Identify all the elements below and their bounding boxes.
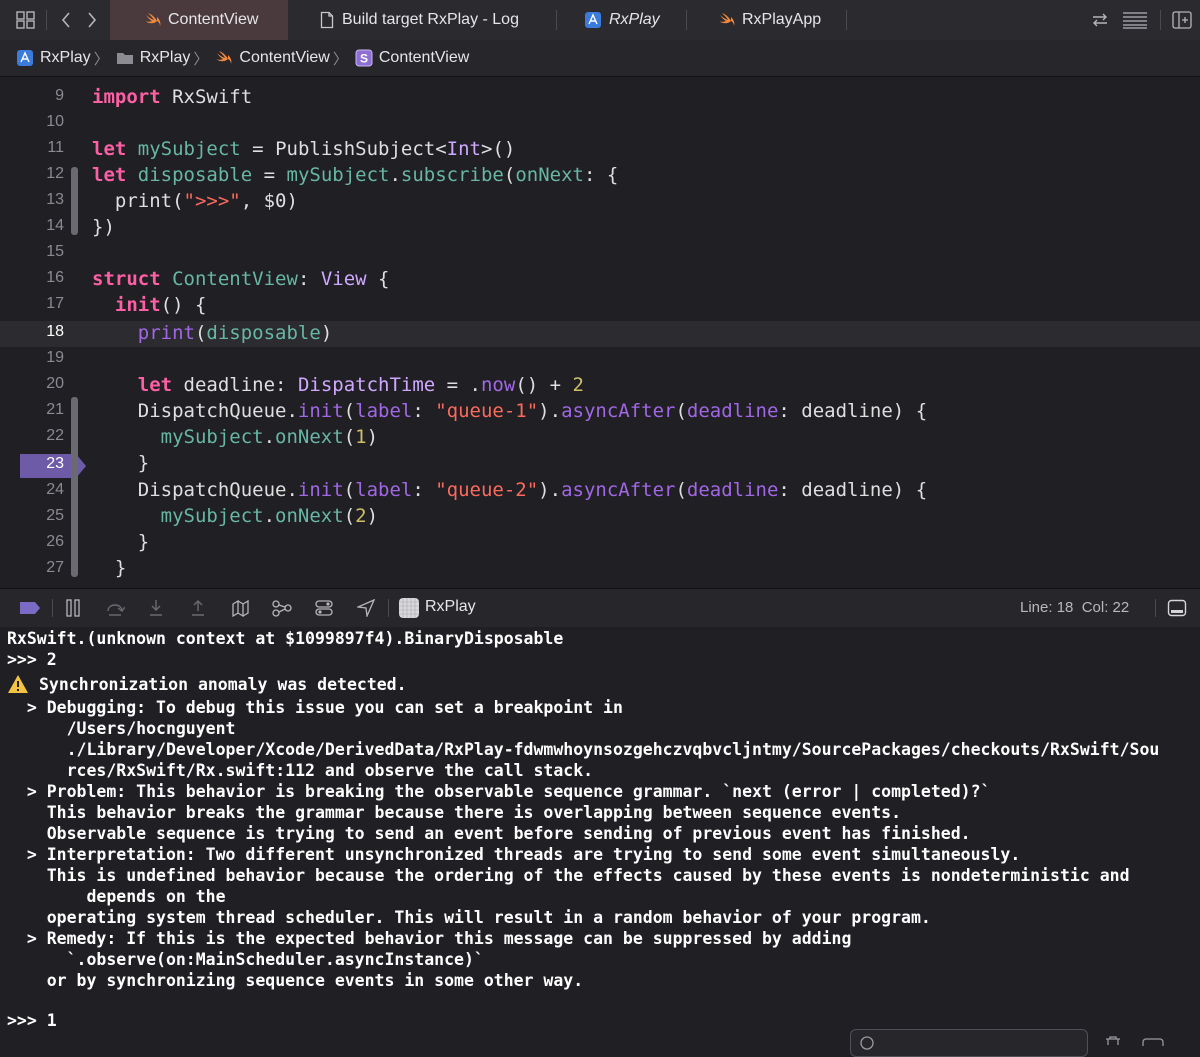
tab-contentview[interactable]: ContentView (110, 0, 288, 40)
console-line: or by synchronizing sequence events in s… (7, 971, 584, 990)
swift-icon (144, 12, 162, 28)
forward-chevron-icon[interactable] (80, 8, 104, 32)
breadcrumb-label: RxPlay (139, 49, 191, 66)
memory-graph-icon[interactable] (271, 597, 293, 619)
console-line: Synchronization anomaly was detected. (39, 675, 407, 694)
console-line: ./Library/Developer/Xcode/DerivedData/Rx… (7, 740, 1160, 759)
trash-icon[interactable] (1104, 1032, 1122, 1050)
folder-icon (116, 51, 134, 65)
breadcrumb-label: RxPlay (40, 49, 91, 66)
code-line: struct ContentView: View { (92, 268, 390, 290)
breadcrumb-item-project[interactable]: RxPlay 〉 (16, 48, 112, 69)
breadcrumb-item-file[interactable]: ContentView 〉 (215, 48, 350, 69)
code-line: print(">>>", $0) (92, 190, 298, 212)
line-number: 15 (46, 243, 64, 260)
console-line: depends on the (7, 887, 226, 906)
console-line: This behavior breaks the grammar because… (7, 803, 902, 822)
step-over-icon[interactable] (104, 597, 126, 619)
tab-label: RxPlayApp (742, 11, 822, 28)
app-process-icon (398, 597, 420, 619)
console-filter-input[interactable] (850, 1029, 1088, 1057)
console-line: This is undefined behavior because the o… (7, 866, 1130, 885)
view-hierarchy-icon[interactable] (229, 597, 251, 619)
breadcrumb: RxPlay 〉 RxPlay 〉 ContentView 〉 S Conten… (0, 40, 1200, 77)
editor-options-icon[interactable] (1122, 8, 1148, 32)
code-line: } (92, 531, 150, 553)
line-number: 19 (46, 349, 64, 366)
console-line: rces/RxSwift/Rx.swift:112 and observe th… (7, 761, 594, 780)
tab-rxplay[interactable]: RxPlay (584, 0, 660, 40)
step-out-icon[interactable] (187, 597, 209, 619)
tab-rxplayapp[interactable]: RxPlayApp (718, 0, 821, 40)
add-editor-icon[interactable] (1170, 8, 1194, 32)
svg-text:S: S (360, 52, 368, 66)
split-console-icon[interactable] (1142, 1033, 1164, 1054)
related-items-grid-icon[interactable] (14, 8, 38, 32)
code-line: }) (92, 216, 115, 238)
filter-icon (859, 1035, 875, 1056)
cursor-position: Line: 18 Col: 22 (1020, 599, 1130, 616)
tab-label: Build target RxPlay - Log (342, 11, 519, 28)
swift-icon (215, 50, 233, 66)
code-line: import RxSwift (92, 86, 253, 108)
code-review-icon[interactable] (1088, 8, 1112, 32)
console-line: > Interpretation: Two different unsynchr… (7, 845, 1021, 864)
console-output[interactable]: RxSwift.(unknown context at $1099897f4).… (0, 627, 1200, 1041)
pause-icon[interactable] (62, 597, 84, 619)
breadcrumb-item-folder[interactable]: RxPlay 〉 (116, 48, 212, 69)
breadcrumb-label: ContentView (239, 49, 330, 66)
swift-icon (718, 12, 736, 28)
console-line: > Debugging: To debug this issue you can… (7, 698, 623, 717)
code-line: } (92, 452, 150, 474)
process-name[interactable]: RxPlay (425, 598, 476, 616)
back-chevron-icon[interactable] (54, 8, 78, 32)
tab-label: RxPlay (609, 11, 660, 28)
hide-debug-area-icon[interactable] (1166, 597, 1188, 619)
console-line: >>> 1 (7, 1011, 57, 1030)
step-into-icon[interactable] (145, 597, 167, 619)
line-number: 10 (46, 113, 64, 130)
breadcrumb-item-symbol[interactable]: S ContentView (355, 49, 469, 67)
warning-icon (7, 674, 29, 698)
code-line: print(disposable) (137, 322, 333, 344)
environment-overrides-icon[interactable] (313, 597, 335, 619)
breakpoints-toggle-icon[interactable] (19, 597, 41, 619)
tab-label: ContentView (168, 11, 259, 28)
console-line: /Users/hocnguyent (7, 719, 236, 738)
tab-build-log[interactable]: Build target RxPlay - Log (320, 0, 519, 40)
code-line: DispatchQueue.init(label: "queue-2").asy… (92, 479, 928, 501)
console-line: operating system thread scheduler. This … (7, 908, 931, 927)
app-target-icon (584, 11, 602, 29)
source-editor[interactable]: 9 10 11 12 13 14 15 16 17 18 19 20 21 22… (0, 77, 1200, 587)
console-line: Observable sequence is trying to send an… (7, 824, 971, 843)
console-line: `.observe(on:MainScheduler.asyncInstance… (7, 950, 484, 969)
console-line: RxSwift.(unknown context at $1099897f4).… (7, 629, 564, 648)
breadcrumb-label: ContentView (378, 49, 470, 66)
chevron-right-icon: 〉 (332, 50, 348, 68)
simulate-location-icon[interactable] (355, 597, 377, 619)
console-line: >>> 2 (7, 650, 57, 669)
code-line: mySubject.onNext(2) (160, 505, 379, 527)
code-line: } (92, 557, 127, 579)
tab-bar: ContentView Build target RxPlay - Log Rx… (0, 0, 1200, 41)
code-line: DispatchQueue.init(label: "queue-1").asy… (92, 400, 928, 422)
code-line: mySubject.onNext(1) (160, 426, 379, 448)
console-line: > Remedy: If this is the expected behavi… (7, 929, 852, 948)
code-line: let mySubject = PublishSubject<Int>() (92, 138, 516, 160)
document-icon (320, 11, 334, 29)
chevron-right-icon: 〉 (193, 50, 209, 68)
chevron-right-icon: 〉 (93, 50, 109, 68)
code-line: let disposable = mySubject.subscribe(onN… (92, 164, 619, 186)
console-line: > Problem: This behavior is breaking the… (7, 782, 991, 801)
app-target-icon (16, 49, 34, 67)
code-line: init() { (114, 294, 207, 316)
debug-bar: RxPlay Line: 18 Col: 22 (0, 588, 1200, 628)
struct-icon: S (355, 49, 373, 67)
code-line: let deadline: DispatchTime = .now() + 2 (137, 374, 584, 396)
